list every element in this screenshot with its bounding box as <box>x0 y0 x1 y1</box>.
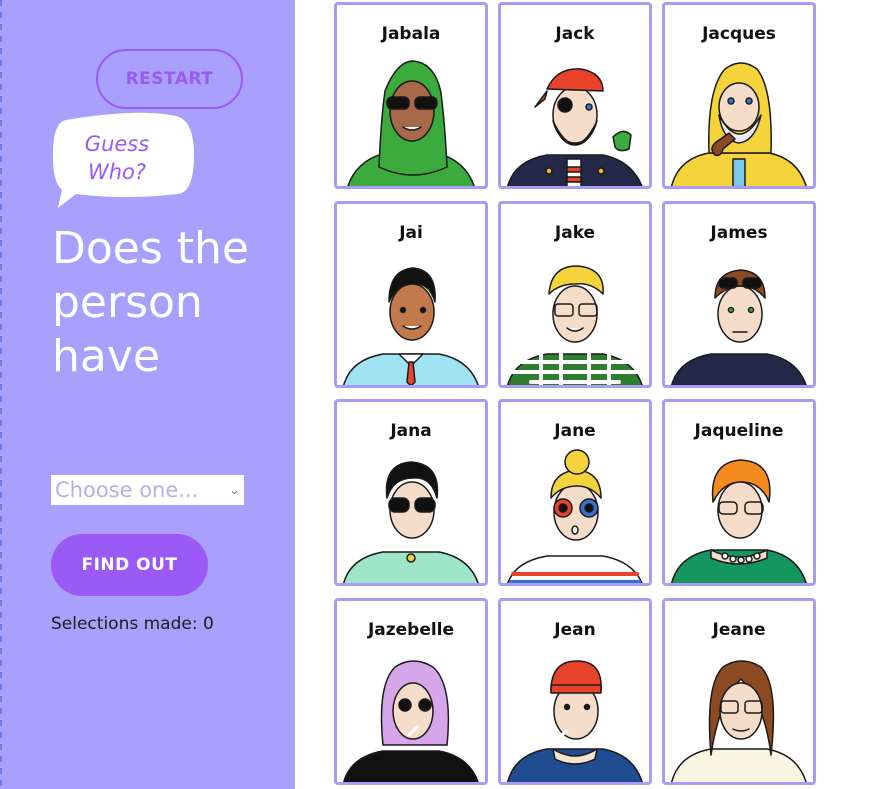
jai-portrait-icon <box>343 267 479 385</box>
jean-portrait-icon <box>507 660 643 782</box>
feature-select[interactable]: Choose one... ⌄ <box>51 475 244 505</box>
jana-portrait-icon <box>343 461 479 583</box>
character-name: Jeane <box>712 620 766 640</box>
logo-text: Guess Who? <box>58 130 176 186</box>
feature-select-value: Choose one... <box>55 478 199 502</box>
jabala-portrait-icon <box>347 60 475 186</box>
jacques-portrait-icon <box>671 62 807 186</box>
find-out-button[interactable]: FIND OUT <box>51 534 208 596</box>
character-name: Jacques <box>702 24 776 44</box>
character-card-jack[interactable]: Jack <box>498 2 652 189</box>
character-card-jacques[interactable]: Jacques <box>662 2 816 189</box>
jack-portrait-icon <box>507 68 643 186</box>
jane-portrait-icon <box>507 449 643 583</box>
character-name: Jake <box>554 223 596 243</box>
character-card-jeane[interactable]: Jeane <box>662 598 816 785</box>
character-name: Jean <box>554 620 596 640</box>
jaqueline-portrait-icon <box>671 459 807 583</box>
character-name: Jack <box>555 24 595 44</box>
jazebelle-portrait-icon <box>343 660 479 782</box>
logo-line-who: Who? <box>87 160 147 184</box>
character-card-jane[interactable]: Jane <box>498 399 652 586</box>
character-name: Jazebelle <box>367 620 455 640</box>
restart-button[interactable]: RESTART <box>96 49 243 109</box>
character-card-jaqueline[interactable]: Jaqueline <box>662 399 816 586</box>
character-name: Jaqueline <box>694 421 784 441</box>
character-card-jabala[interactable]: Jabala <box>334 2 488 189</box>
character-name: Jana <box>390 421 432 441</box>
character-card-jake[interactable]: Jake <box>498 201 652 388</box>
character-name: Jane <box>554 421 596 441</box>
selections-counter: Selections made: 0 <box>51 614 214 634</box>
james-portrait-icon <box>671 269 807 385</box>
sidebar: RESTART Guess Who? Does the person have … <box>0 0 295 789</box>
character-card-jana[interactable]: Jana <box>334 399 488 586</box>
jeane-portrait-icon <box>671 660 807 782</box>
question-heading: Does the person have <box>52 223 249 382</box>
character-card-james[interactable]: James <box>662 201 816 388</box>
jake-portrait-icon <box>507 265 643 385</box>
character-card-jai[interactable]: Jai <box>334 201 488 388</box>
character-name: Jai <box>399 223 423 243</box>
character-card-jazebelle[interactable]: Jazebelle <box>334 598 488 785</box>
chevron-down-icon: ⌄ <box>229 482 240 498</box>
character-name: Jabala <box>381 24 441 44</box>
logo-line-guess: Guess <box>84 132 150 156</box>
character-card-jean[interactable]: Jean <box>498 598 652 785</box>
character-name: James <box>710 223 768 243</box>
